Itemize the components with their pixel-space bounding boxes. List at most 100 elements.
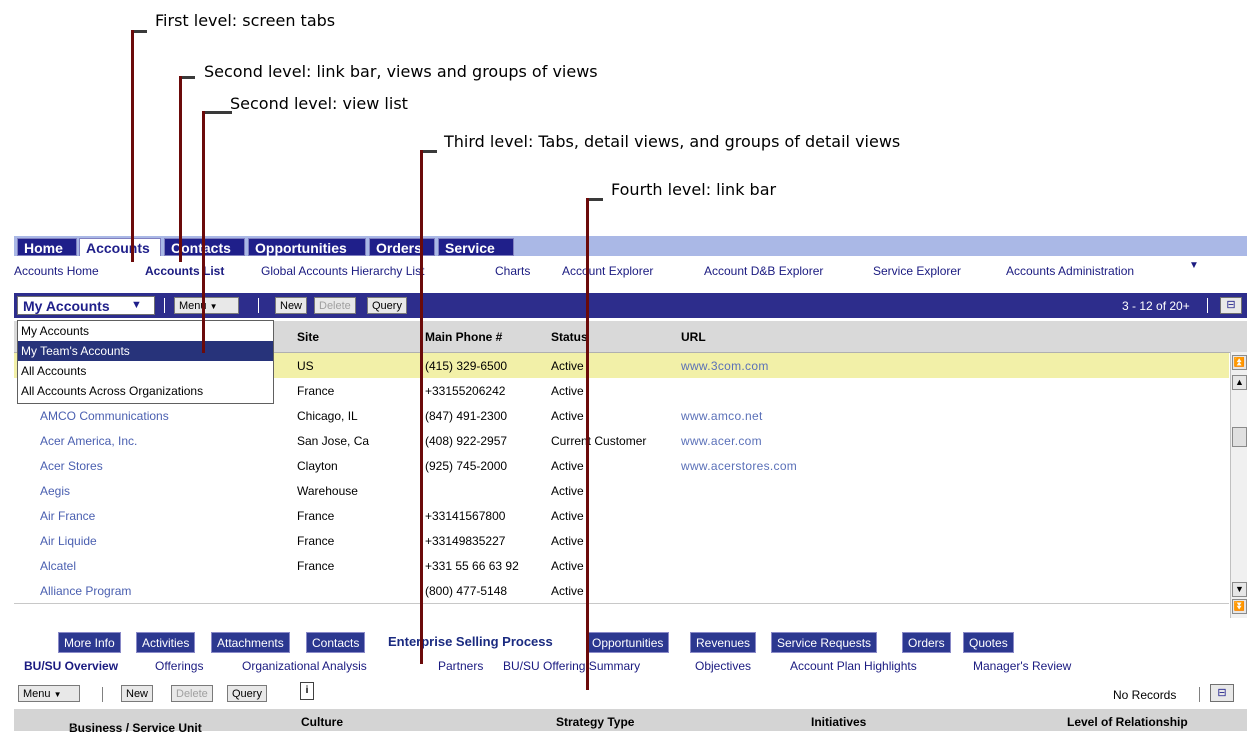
table-row[interactable]: Aegis Warehouse Active — [14, 478, 1229, 504]
detail-applet-toolbar: Menu ▼ New Delete Query i No Records ⊟ — [14, 681, 1247, 707]
cell-site: Clayton — [297, 459, 338, 473]
screen-tab-bar: Home Accounts Contacts Opportunities Ord… — [14, 236, 1247, 256]
link-accounts-list[interactable]: Accounts List — [145, 264, 224, 278]
separator — [258, 298, 259, 313]
column-site[interactable]: Site — [297, 330, 319, 344]
scroll-up-icon[interactable]: ▲ — [1232, 375, 1247, 390]
cell-url[interactable]: www.amco.net — [681, 409, 763, 423]
column-culture[interactable]: Culture — [301, 715, 343, 729]
column-strategy-type[interactable]: Strategy Type — [556, 715, 634, 729]
new-button[interactable]: New — [275, 297, 308, 314]
tab-enterprise-selling-process[interactable]: Enterprise Selling Process — [383, 632, 558, 653]
chevron-down-icon[interactable]: ▼ — [1189, 260, 1199, 271]
cell-status: Active — [551, 584, 584, 598]
account-name[interactable]: Alliance Program — [40, 584, 131, 598]
cell-phone: +33155206242 — [425, 384, 506, 398]
cell-url[interactable]: www.acer.com — [681, 434, 762, 448]
scroll-thumb[interactable] — [1232, 427, 1247, 447]
scroll-top-icon[interactable]: ⏫ — [1232, 355, 1247, 370]
cell-url[interactable]: www.acerstores.com — [681, 459, 797, 473]
view-option[interactable]: All Accounts Across Organizations — [18, 381, 273, 401]
tab-activities[interactable]: Activities — [136, 632, 196, 653]
link-accounts-administration[interactable]: Accounts Administration — [1006, 264, 1134, 278]
link-global-accounts-hierarchy[interactable]: Global Accounts Hierarchy List — [261, 264, 424, 278]
link-account-plan-highlights[interactable]: Account Plan Highlights — [790, 659, 917, 673]
record-count: 3 - 12 of 20+ — [1122, 299, 1190, 313]
account-name[interactable]: Aegis — [40, 484, 70, 498]
account-name[interactable]: Alcatel — [40, 559, 76, 573]
cell-url[interactable]: www.3com.com — [681, 359, 769, 373]
cell-site: San Jose, Ca — [297, 434, 370, 448]
link-partners[interactable]: Partners — [438, 659, 483, 673]
tab-accounts[interactable]: Accounts — [79, 238, 161, 256]
scroll-bottom-icon[interactable]: ⏬ — [1232, 599, 1247, 614]
link-bu-su-offering-summary[interactable]: BU/SU Offering Summary — [503, 659, 640, 673]
link-bu-su-overview[interactable]: BU/SU Overview — [24, 659, 118, 673]
tab-attachments[interactable]: Attachments — [211, 632, 290, 653]
applet-options-icon[interactable]: ⊟ — [1210, 684, 1234, 702]
info-icon[interactable]: i — [300, 682, 314, 700]
table-row[interactable]: Air France France +33141567800 Active — [14, 503, 1229, 529]
tab-opportunities[interactable]: Opportunities — [586, 632, 670, 653]
scroll-down-icon[interactable]: ▼ — [1232, 582, 1247, 597]
table-row[interactable]: Air Liquide France +33149835227 Active — [14, 528, 1229, 554]
column-level-of-relationship[interactable]: Level of Relationship — [1067, 715, 1188, 729]
link-accounts-home[interactable]: Accounts Home — [14, 264, 99, 278]
view-list-dropdown[interactable]: My Accounts My Team's Accounts All Accou… — [17, 320, 274, 404]
view-option[interactable]: My Team's Accounts — [18, 341, 273, 361]
view-option[interactable]: My Accounts — [18, 321, 273, 341]
new-button[interactable]: New — [121, 685, 154, 702]
chevron-down-icon: ▼ — [131, 299, 142, 311]
link-account-db-explorer[interactable]: Account D&B Explorer — [704, 264, 823, 278]
table-row[interactable]: AMCO Communications Chicago, IL (847) 49… — [14, 403, 1229, 429]
link-managers-review[interactable]: Manager's Review — [973, 659, 1071, 673]
account-name[interactable]: Acer Stores — [40, 459, 103, 473]
view-selector[interactable]: My Accounts ▼ — [17, 296, 155, 315]
applet-options-icon[interactable]: ⊟ — [1220, 297, 1242, 314]
table-row[interactable]: Alliance Program (800) 477-5148 Active — [14, 578, 1229, 604]
list-applet-toolbar: My Accounts ▼ Menu ▼ New Delete Query 3 … — [14, 293, 1247, 318]
chevron-down-icon: ▼ — [53, 690, 62, 699]
tab-quotes[interactable]: Quotes — [963, 632, 1014, 653]
query-button[interactable]: Query — [367, 297, 407, 314]
tab-home[interactable]: Home — [17, 238, 77, 256]
tab-revenues[interactable]: Revenues — [690, 632, 757, 653]
record-status: No Records — [1113, 688, 1177, 702]
leader-v-3 — [202, 111, 205, 353]
tab-orders[interactable]: Orders — [369, 238, 435, 256]
column-initiatives[interactable]: Initiatives — [811, 715, 866, 729]
link-offerings[interactable]: Offerings — [155, 659, 203, 673]
query-button[interactable]: Query — [227, 685, 267, 702]
cell-site: France — [297, 559, 335, 573]
annotation-second-level-view-list: Second level: view list — [230, 94, 408, 113]
link-service-explorer[interactable]: Service Explorer — [873, 264, 961, 278]
tab-orders[interactable]: Orders — [902, 632, 951, 653]
detail-table-header: Business / Service Unit △ Culture Strate… — [14, 709, 1247, 735]
account-name[interactable]: Air Liquide — [40, 534, 97, 548]
link-objectives[interactable]: Objectives — [695, 659, 751, 673]
view-option[interactable]: All Accounts — [18, 361, 273, 381]
tab-service-requests[interactable]: Service Requests — [771, 632, 878, 653]
table-row[interactable]: Acer America, Inc. San Jose, Ca (408) 92… — [14, 428, 1229, 454]
account-name[interactable]: Acer America, Inc. — [40, 434, 137, 448]
tab-more-info[interactable]: More Info — [58, 632, 121, 653]
menu-button[interactable]: Menu ▼ — [174, 297, 239, 314]
column-status[interactable]: Status — [551, 330, 588, 344]
separator — [1207, 298, 1208, 313]
list-scrollbar[interactable]: ⏫ ▲ ▼ ⏬ — [1230, 352, 1247, 618]
tab-contacts[interactable]: Contacts — [306, 632, 366, 653]
column-url[interactable]: URL — [681, 330, 706, 344]
table-row[interactable]: Acer Stores Clayton (925) 745-2000 Activ… — [14, 453, 1229, 479]
table-row[interactable]: Alcatel France +331 55 66 63 92 Active — [14, 553, 1229, 579]
link-organizational-analysis[interactable]: Organizational Analysis — [242, 659, 367, 673]
account-name[interactable]: Air France — [40, 509, 95, 523]
column-main-phone[interactable]: Main Phone # — [425, 330, 502, 344]
tab-service[interactable]: Service — [438, 238, 514, 256]
link-charts[interactable]: Charts — [495, 264, 530, 278]
tab-opportunities[interactable]: Opportunities — [248, 238, 366, 256]
menu-button[interactable]: Menu ▼ — [18, 685, 80, 702]
cell-status: Current Customer — [551, 434, 647, 448]
menu-button-label: Menu — [23, 688, 51, 700]
link-account-explorer[interactable]: Account Explorer — [562, 264, 653, 278]
account-name[interactable]: AMCO Communications — [40, 409, 169, 423]
